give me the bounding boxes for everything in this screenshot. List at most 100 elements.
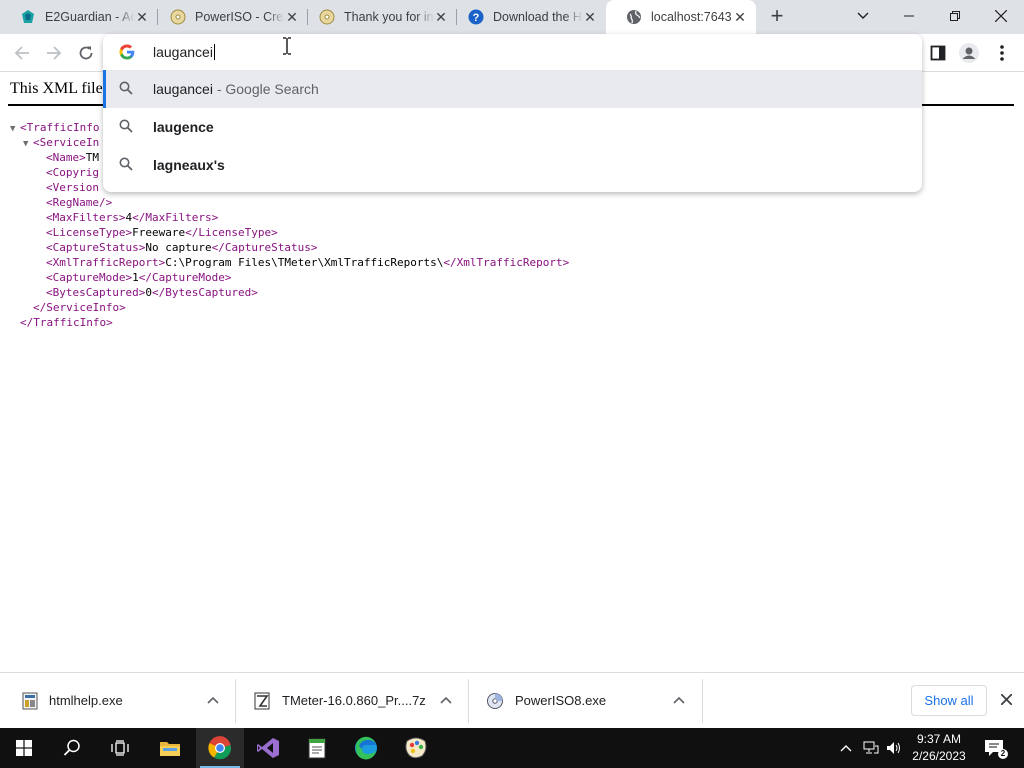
divider: [702, 679, 703, 723]
task-view-button[interactable]: [96, 728, 144, 768]
chevron-down-icon: [857, 12, 869, 19]
globe-icon: [626, 9, 642, 25]
volume-button[interactable]: [883, 728, 905, 768]
xml-line: <RegName/>: [46, 196, 113, 209]
expand-toggle-icon[interactable]: ▼: [10, 122, 20, 137]
search-button[interactable]: [48, 728, 96, 768]
minimize-icon: [904, 15, 914, 17]
google-icon: [119, 44, 135, 60]
xml-line: <Name>TM: [46, 151, 99, 164]
text-cursor-icon: [282, 37, 292, 55]
close-icon[interactable]: ✕: [732, 9, 748, 25]
xml-line: <LicenseType>Freeware</LicenseType>: [46, 226, 278, 239]
download-filename: PowerISO8.exe: [515, 693, 607, 708]
side-panel-icon: [930, 45, 946, 61]
xml-line: <Version: [46, 181, 99, 194]
xml-line: <XmlTrafficReport>C:\Program Files\TMete…: [46, 256, 570, 269]
network-icon: [863, 741, 879, 754]
expand-toggle-icon[interactable]: ▼: [23, 137, 33, 152]
restore-button[interactable]: [932, 0, 978, 32]
help-icon: ?: [468, 9, 484, 25]
svg-text:?: ?: [473, 12, 480, 24]
reload-icon: [79, 46, 93, 60]
close-icon[interactable]: ✕: [433, 9, 449, 25]
more-vert-icon: [1000, 45, 1004, 61]
download-filename: htmlhelp.exe: [49, 693, 123, 708]
file-explorer-button[interactable]: [146, 728, 194, 768]
download-item[interactable]: TMeter-16.0.860_Pr....7z: [236, 673, 469, 729]
back-button[interactable]: [10, 41, 34, 65]
text-caret: [213, 44, 215, 60]
new-tab-button[interactable]: +: [765, 5, 789, 29]
system-clock[interactable]: 9:37 AM 2/26/2023: [906, 731, 972, 765]
show-all-button[interactable]: Show all: [911, 685, 987, 716]
suggestion-text: lagneaux's: [153, 157, 225, 173]
search-icon: [119, 157, 135, 173]
tab-strip: E2Guardian - Ac ✕ PowerISO - Crea ✕ Than…: [0, 0, 1024, 34]
volume-icon: [887, 742, 900, 754]
download-item[interactable]: PowerISO8.exe: [469, 673, 703, 729]
chrome-button[interactable]: [196, 728, 244, 768]
notepad-icon: [308, 738, 326, 759]
address-bar[interactable]: laugancei: [103, 34, 922, 70]
suggestion-item[interactable]: laugence: [103, 108, 922, 146]
tab-thank-you[interactable]: Thank you for in ✕: [299, 0, 457, 34]
chevron-up-icon[interactable]: [205, 693, 221, 709]
close-window-button[interactable]: [978, 0, 1024, 32]
close-icon[interactable]: ✕: [582, 9, 598, 25]
chevron-up-icon[interactable]: [438, 693, 454, 709]
forward-arrow-icon: [47, 46, 62, 60]
suggestion-text: laugence: [153, 119, 214, 135]
e2guardian-icon: [20, 9, 36, 25]
side-panel-button[interactable]: [926, 41, 950, 65]
network-button[interactable]: [860, 728, 882, 768]
task-view-icon: [111, 740, 129, 756]
browser-window: E2Guardian - Ac ✕ PowerISO - Crea ✕ Than…: [0, 0, 1024, 768]
omnibox-input[interactable]: laugancei: [153, 44, 215, 60]
archive-icon: [254, 692, 270, 710]
suggestion-item[interactable]: lagneaux's: [103, 146, 922, 184]
close-icon[interactable]: ✕: [284, 9, 300, 25]
windows-start-icon: [16, 740, 32, 756]
tab-localhost[interactable]: localhost:7643 ✕: [606, 0, 756, 34]
xml-line: ▼ <ServiceIn: [23, 135, 99, 150]
paint-button[interactable]: [392, 728, 440, 768]
xml-line: <BytesCaptured>0</BytesCaptured>: [46, 286, 258, 299]
start-button[interactable]: [0, 728, 48, 768]
close-icon[interactable]: ✕: [134, 9, 150, 25]
tab-poweriso[interactable]: PowerISO - Crea ✕: [150, 0, 308, 34]
chrome-icon: [208, 736, 232, 760]
xml-line: </ServiceInfo>: [33, 301, 126, 314]
edge-button[interactable]: [342, 728, 390, 768]
clock-date: 2/26/2023: [912, 749, 966, 763]
forward-button[interactable]: [42, 41, 66, 65]
paint-icon: [405, 737, 427, 759]
download-item[interactable]: htmlhelp.exe: [0, 673, 236, 729]
chevron-up-icon[interactable]: [671, 693, 687, 709]
profile-button[interactable]: [957, 41, 981, 65]
back-arrow-icon: [14, 46, 29, 60]
notification-badge: 2: [998, 749, 1008, 759]
tray-overflow-button[interactable]: [836, 728, 856, 768]
poweriso-icon: [170, 9, 186, 25]
edge-icon: [355, 736, 377, 760]
reload-button[interactable]: [74, 41, 98, 65]
minimize-button[interactable]: [886, 0, 932, 32]
clock-time: 9:37 AM: [916, 732, 962, 746]
exe-icon: [22, 692, 38, 710]
tab-e2guardian[interactable]: E2Guardian - Ac ✕: [0, 0, 158, 34]
close-downloads-button[interactable]: [997, 692, 1015, 710]
tab-search-button[interactable]: [840, 0, 886, 32]
visual-studio-icon: [257, 738, 279, 758]
close-icon: [995, 10, 1007, 22]
notifications-button[interactable]: 2: [980, 728, 1008, 768]
xml-line: <MaxFilters>4</MaxFilters>: [46, 211, 219, 224]
close-icon: [999, 693, 1013, 706]
suggestion-item[interactable]: laugancei - Google Search: [103, 70, 922, 108]
xml-line: ▼ <TrafficInfo: [10, 120, 99, 135]
menu-button[interactable]: [990, 41, 1014, 65]
notepad-button[interactable]: [293, 728, 341, 768]
visual-studio-button[interactable]: [244, 728, 292, 768]
tab-download[interactable]: ? Download the H ✕: [448, 0, 606, 34]
omnibox-dropdown: laugancei laugancei - Google Search laug…: [103, 34, 922, 192]
